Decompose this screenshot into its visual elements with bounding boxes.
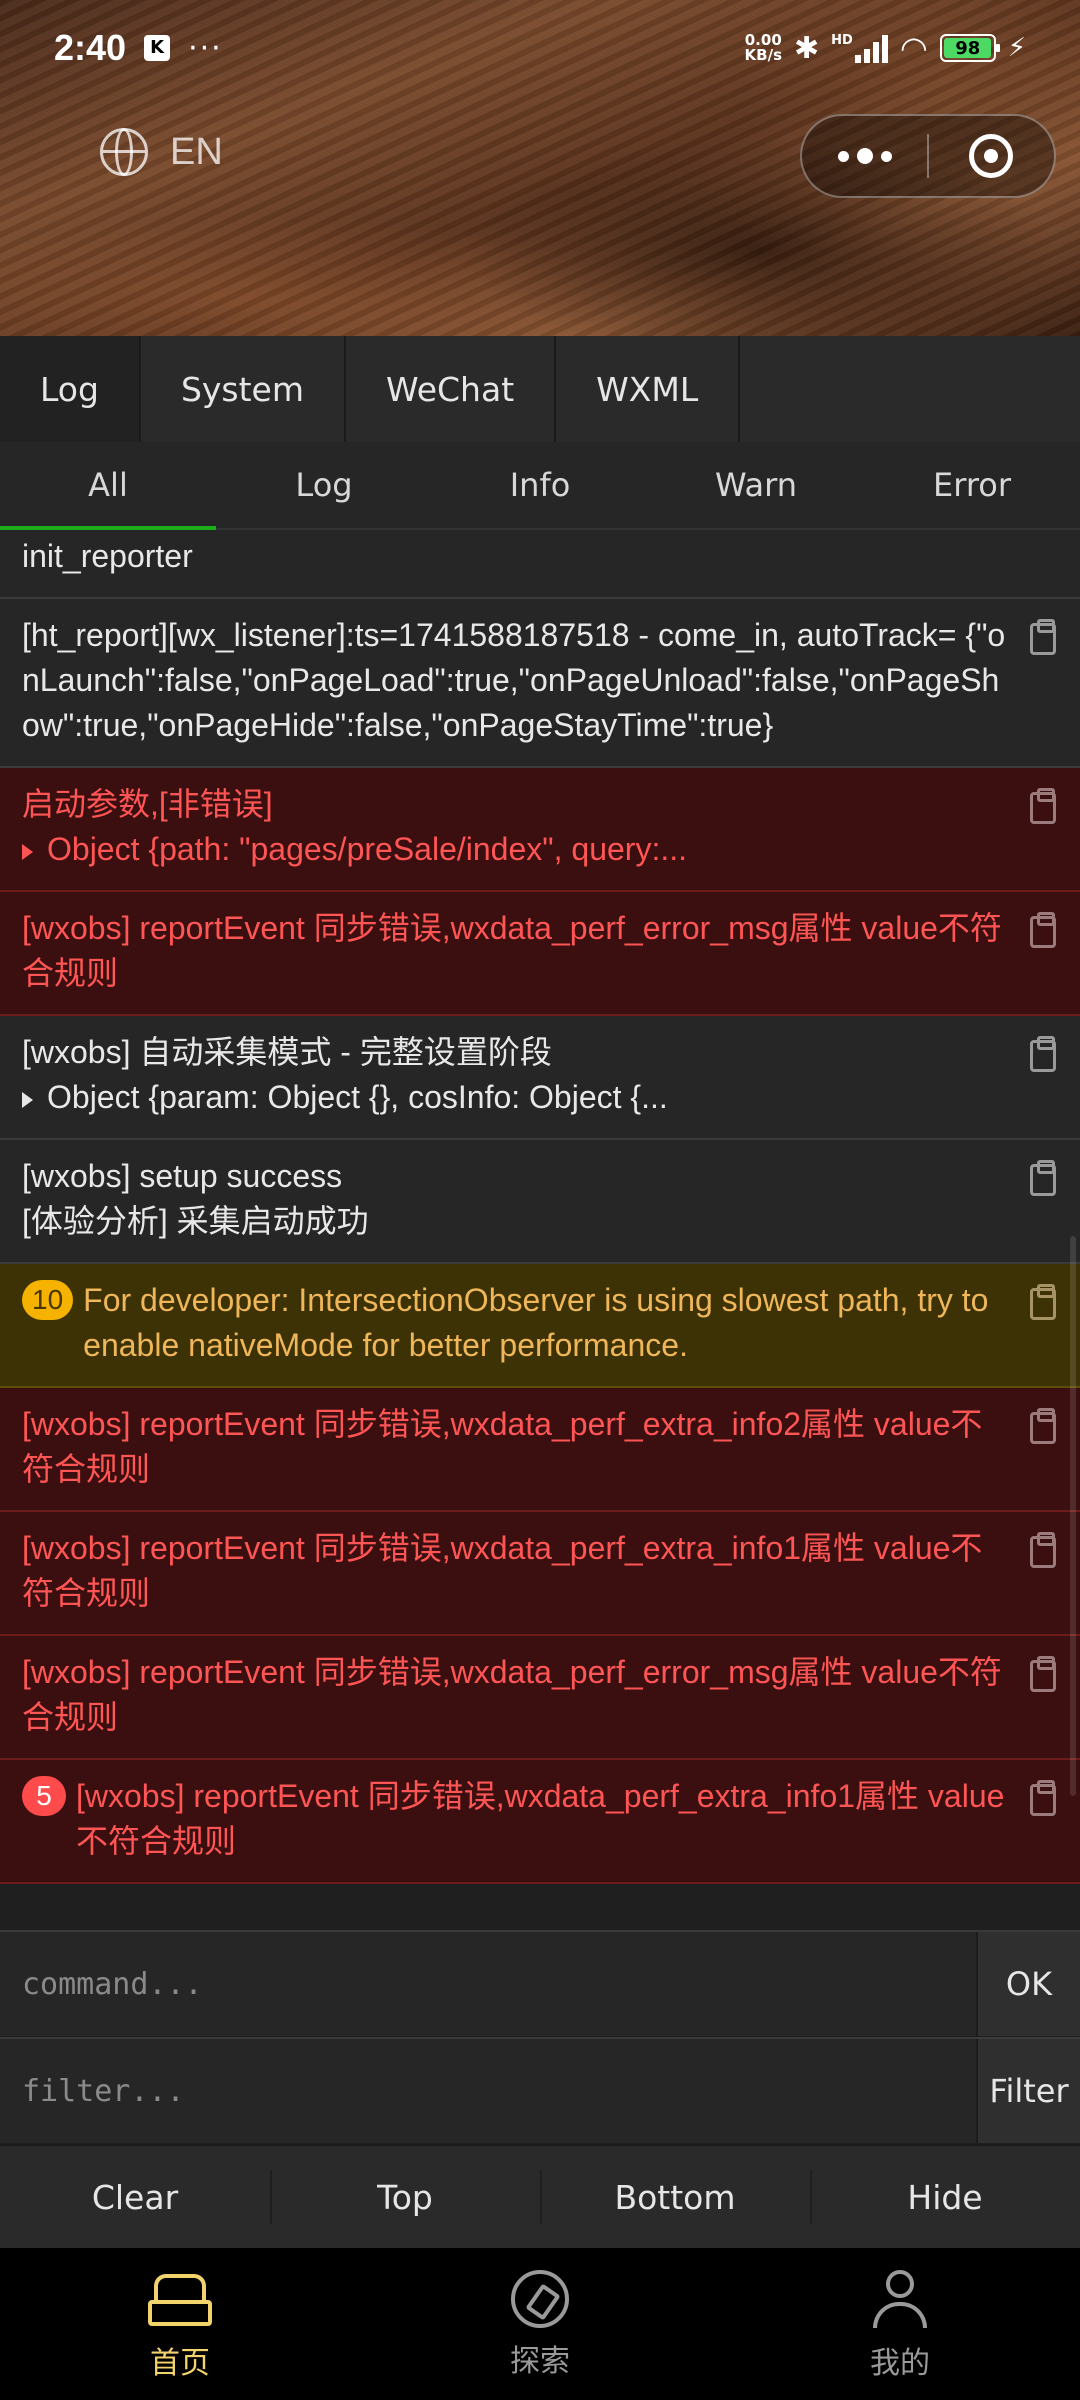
vconsole-tabs: Log System WeChat WXML (0, 336, 1080, 442)
log-text: [体验分析] 采集启动成功 (22, 1203, 369, 1239)
bottom-button[interactable]: Bottom (540, 2146, 810, 2248)
log-entry-error: [wxobs] reportEvent 同步错误,wxdata_perf_err… (0, 892, 1080, 1016)
log-entry-error: [wxobs] reportEvent 同步错误,wxdata_perf_ext… (0, 1388, 1080, 1512)
log-text: init_reporter (22, 538, 193, 574)
copy-icon[interactable] (1030, 1284, 1056, 1320)
copy-icon[interactable] (1030, 1532, 1056, 1568)
language-switch[interactable]: EN (100, 128, 223, 176)
nav-label: 探索 (510, 2344, 570, 2379)
subtab-error[interactable]: Error (864, 442, 1080, 528)
copy-icon[interactable] (1030, 1160, 1056, 1196)
log-object-preview: Object {path: "pages/preSale/index", que… (47, 831, 687, 867)
log-entry-error: [wxobs] reportEvent 同步错误,wxdata_perf_ext… (0, 1512, 1080, 1636)
wifi-icon: ◠ (899, 29, 928, 67)
copy-icon[interactable] (1030, 1408, 1056, 1444)
bluetooth-icon: ✱ (794, 30, 820, 66)
more-notifications-icon: ··· (188, 30, 223, 66)
filter-input[interactable] (0, 2039, 976, 2143)
copy-icon[interactable] (1030, 1780, 1056, 1816)
command-row: OK (0, 1930, 1080, 2036)
expand-arrow-icon (22, 843, 33, 860)
log-entry-log: [wxobs] 自动采集模式 - 完整设置阶段 Object {param: Ob… (0, 1016, 1080, 1140)
ok-button[interactable]: OK (976, 1932, 1080, 2036)
screen: 2:40 K ··· 0.00 KB/s ✱ HD ◠ 98 ⚡ EN Log … (0, 0, 1080, 2400)
log-entry-error: 5 [wxobs] reportEvent 同步错误,wxdata_perf_ex… (0, 1760, 1080, 1884)
log-scrollbar[interactable] (1070, 1236, 1076, 1796)
nav-label: 首页 (150, 2346, 210, 2381)
copy-icon[interactable] (1030, 1036, 1056, 1072)
nav-item-explore[interactable]: 探索 (360, 2248, 720, 2400)
copy-icon[interactable] (1030, 1656, 1056, 1692)
log-text: [wxobs] reportEvent 同步错误,wxdata_perf_err… (22, 1654, 1002, 1735)
vconsole-toolbar: Clear Top Bottom Hide (0, 2144, 1080, 2248)
nav-item-home[interactable]: 首页 (0, 2248, 360, 2400)
language-label: EN (170, 130, 223, 173)
charging-icon: ⚡ (1007, 33, 1026, 63)
status-bar: 2:40 K ··· 0.00 KB/s ✱ HD ◠ 98 ⚡ (0, 0, 1080, 96)
bottom-nav: 首页 探索 我的 (0, 2248, 1080, 2400)
subtab-all[interactable]: All (0, 442, 216, 530)
tab-log[interactable]: Log (0, 336, 141, 442)
top-button[interactable]: Top (270, 2146, 540, 2248)
log-entry-error: 启动参数,[非错误] Object {path: "pages/preSale/i… (0, 768, 1080, 892)
tab-wechat[interactable]: WeChat (346, 336, 557, 442)
home-icon (148, 2270, 212, 2330)
status-time: 2:40 (54, 27, 127, 68)
repeat-count-badge: 5 (22, 1776, 66, 1816)
command-input[interactable] (0, 1932, 976, 2036)
tab-system[interactable]: System (141, 336, 347, 442)
user-icon (871, 2270, 929, 2330)
compass-icon (511, 2270, 569, 2328)
log-text: [wxobs] reportEvent 同步错误,wxdata_perf_ext… (22, 1406, 983, 1487)
tab-wxml[interactable]: WXML (556, 336, 741, 442)
globe-icon (100, 128, 148, 176)
clear-button[interactable]: Clear (0, 2146, 270, 2248)
miniprogram-capsule (800, 114, 1056, 198)
copy-icon[interactable] (1030, 619, 1056, 655)
log-text: [wxobs] reportEvent 同步错误,wxdata_perf_ext… (76, 1778, 1005, 1859)
log-text: [wxobs] reportEvent 同步错误,wxdata_perf_ext… (22, 1530, 983, 1611)
log-text: [wxobs] reportEvent 同步错误,wxdata_perf_err… (22, 910, 1002, 991)
subtab-log[interactable]: Log (216, 442, 432, 528)
log-list[interactable]: init_reporter [ht_report][wx_listener]:ts… (0, 530, 1080, 1930)
log-object-expander[interactable]: Object {param: Object {}, cosInfo: Objec… (22, 1075, 1010, 1120)
repeat-count-badge: 10 (22, 1280, 74, 1320)
signal-icon: HD (831, 33, 888, 63)
copy-icon[interactable] (1030, 912, 1056, 948)
log-entry-warn: 10 For developer: IntersectionObserver is… (0, 1264, 1080, 1388)
more-dots-icon[interactable] (802, 148, 927, 164)
expand-arrow-icon (22, 1091, 33, 1108)
log-entry-log: init_reporter (0, 530, 1080, 599)
log-entry-log: [wxobs] setup success [体验分析] 采集启动成功 (0, 1140, 1080, 1264)
copy-icon[interactable] (1030, 788, 1056, 824)
subtab-info[interactable]: Info (432, 442, 648, 528)
battery-icon: 98 (939, 34, 1000, 62)
log-text: For developer: IntersectionObserver is u… (83, 1282, 989, 1363)
log-text: 启动参数,[非错误] (22, 786, 273, 822)
filter-row: Filter (0, 2037, 1080, 2143)
network-speed: 0.00 KB/s (744, 31, 782, 64)
log-object-expander[interactable]: Object {path: "pages/preSale/index", que… (22, 827, 1010, 872)
log-object-preview: Object {param: Object {}, cosInfo: Objec… (47, 1079, 668, 1115)
log-text: [ht_report][wx_listener]:ts=174158818751… (22, 617, 1006, 743)
log-entry-log: [ht_report][wx_listener]:ts=174158818751… (0, 599, 1080, 768)
nav-label: 我的 (870, 2346, 930, 2381)
log-entry-error: [wxobs] reportEvent 同步错误,wxdata_perf_err… (0, 1636, 1080, 1760)
target-close-icon[interactable] (929, 134, 1054, 178)
log-text: [wxobs] setup success (22, 1158, 343, 1194)
vconsole-panel: Log System WeChat WXML All Log Info Warn… (0, 336, 1080, 2248)
filter-button[interactable]: Filter (976, 2039, 1080, 2143)
log-text: [wxobs] 自动采集模式 - 完整设置阶段 (22, 1034, 552, 1070)
nav-item-profile[interactable]: 我的 (720, 2248, 1080, 2400)
subtab-warn[interactable]: Warn (648, 442, 864, 528)
log-filter-tabs: All Log Info Warn Error (0, 442, 1080, 530)
notification-badge-icon: K (144, 35, 171, 61)
hide-button[interactable]: Hide (810, 2146, 1080, 2248)
